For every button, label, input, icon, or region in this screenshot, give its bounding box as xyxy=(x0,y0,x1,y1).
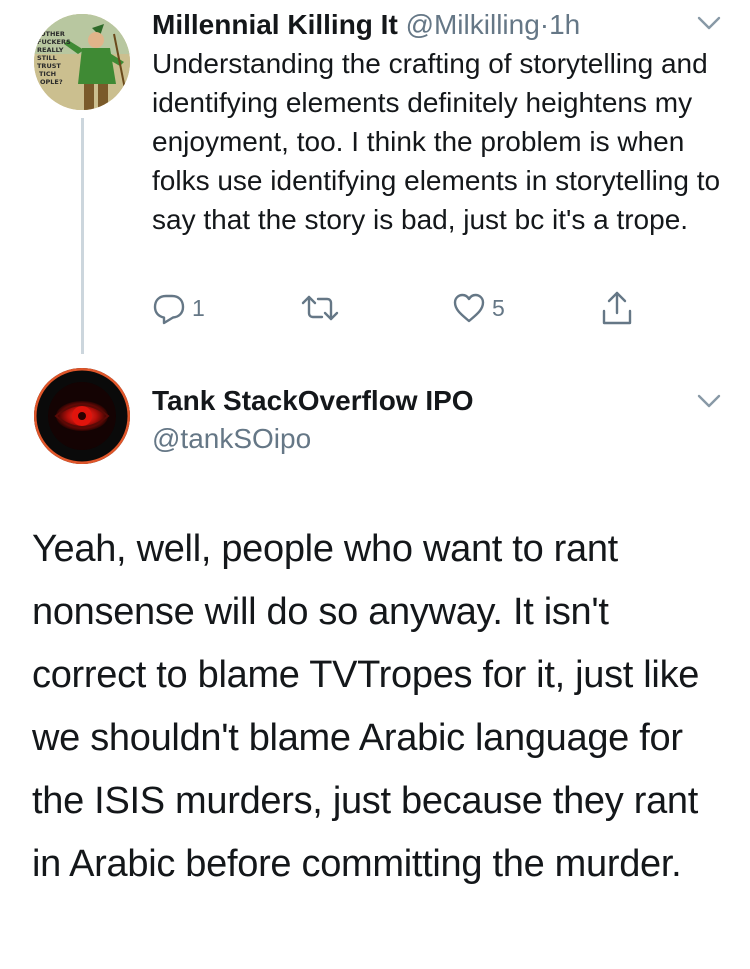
retweet-button[interactable] xyxy=(300,288,340,328)
retweet-icon xyxy=(301,295,339,321)
avatar-text-4: TRUST xyxy=(37,62,61,70)
robin-hood-avatar-image: OTHER FUCKERS REALLY STILL TRUST TICH OP… xyxy=(34,14,130,110)
reply-icon xyxy=(153,294,185,325)
share-icon xyxy=(602,291,632,325)
avatar-text-6: OPLE? xyxy=(40,78,63,86)
reply-button[interactable]: 1 xyxy=(152,288,205,328)
tweet-actions: 1 5 xyxy=(152,288,652,332)
avatar[interactable] xyxy=(34,368,130,464)
tweet-header: Millennial Killing It @Milkilling·1h xyxy=(152,8,580,42)
chevron-down-icon[interactable] xyxy=(696,392,722,410)
like-count: 5 xyxy=(492,294,505,321)
tweet-text: Yeah, well, people who want to rant nons… xyxy=(32,528,700,885)
reply-count: 1 xyxy=(192,294,205,321)
tweet-timestamp[interactable]: 1h xyxy=(549,9,580,40)
heart-icon xyxy=(453,293,485,323)
red-eye-avatar-image xyxy=(34,368,130,464)
display-name[interactable]: Tank StackOverflow IPO xyxy=(152,384,474,418)
avatar-text-3: STILL xyxy=(37,54,57,62)
user-handle[interactable]: @Milkilling xyxy=(406,9,540,40)
tweet-text: Understanding the crafting of storytelli… xyxy=(152,48,721,235)
user-handle[interactable]: @tankSOipo xyxy=(152,422,311,456)
chevron-down-icon[interactable] xyxy=(696,14,722,32)
separator-dot: · xyxy=(539,9,550,40)
avatar[interactable]: OTHER FUCKERS REALLY STILL TRUST TICH OP… xyxy=(34,14,130,110)
like-button[interactable]: 5 xyxy=(452,288,505,328)
avatar-text-5: TICH xyxy=(39,70,56,78)
share-button[interactable] xyxy=(600,288,634,328)
thread-connector-line xyxy=(81,118,84,354)
avatar-text-2: REALLY xyxy=(37,46,64,54)
avatar-text-1: FUCKERS xyxy=(37,38,71,46)
display-name[interactable]: Millennial Killing It xyxy=(152,9,398,40)
avatar-text-0: OTHER xyxy=(40,30,65,38)
